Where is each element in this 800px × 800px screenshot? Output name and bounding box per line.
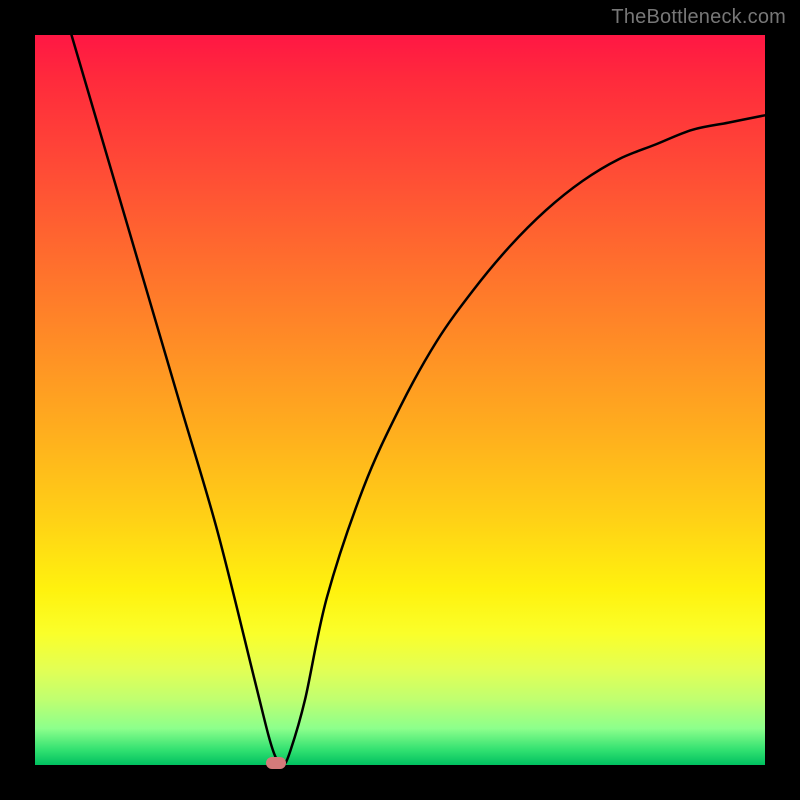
watermark-label: TheBottleneck.com xyxy=(611,6,786,29)
curve-layer xyxy=(35,35,765,765)
chart-frame: TheBottleneck.com xyxy=(0,0,800,800)
plot-area xyxy=(35,35,765,765)
bottleneck-curve xyxy=(72,35,766,765)
optimal-marker xyxy=(266,757,286,769)
